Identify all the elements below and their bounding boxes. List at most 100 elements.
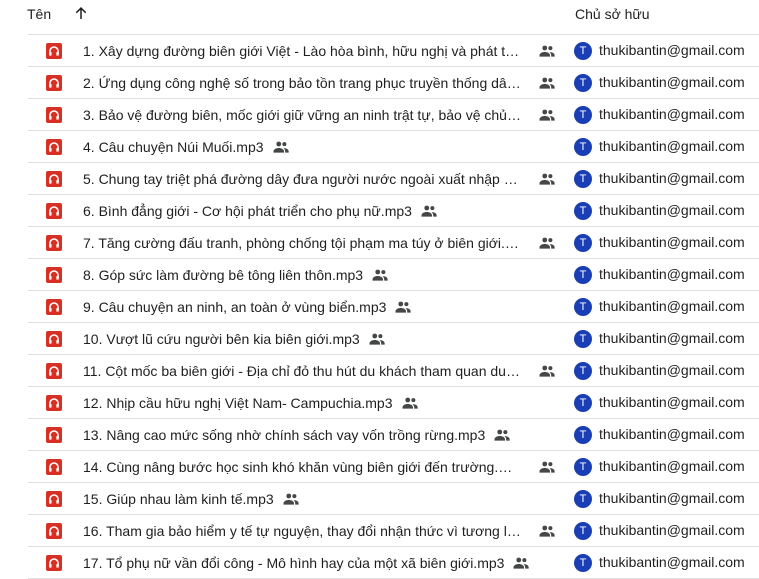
file-row[interactable]: 13. Nâng cao mức sống nhờ chính sách vay…: [28, 419, 759, 451]
owner-email: thukibantin@gmail.com: [599, 170, 745, 186]
owner-email: thukibantin@gmail.com: [599, 42, 745, 58]
file-name[interactable]: 16. Tham gia bảo hiểm y tế tự nguyện, th…: [83, 523, 523, 539]
owner-avatar: T: [574, 234, 592, 252]
owner-email: thukibantin@gmail.com: [599, 330, 745, 346]
owner-email: thukibantin@gmail.com: [599, 298, 745, 314]
file-name[interactable]: 13. Nâng cao mức sống nhờ chính sách vay…: [83, 427, 485, 443]
owner-email: thukibantin@gmail.com: [599, 426, 745, 442]
file-row[interactable]: 12. Nhịp cầu hữu nghị Việt Nam- Campuchi…: [28, 387, 759, 419]
file-name[interactable]: 9. Câu chuyện an ninh, an toàn ở vùng bi…: [83, 299, 386, 315]
file-name[interactable]: 4. Câu chuyện Núi Muối.mp3: [83, 139, 264, 155]
audio-file-icon: [46, 139, 62, 155]
file-row[interactable]: 5. Chung tay triệt phá đường dây đưa ngư…: [28, 163, 759, 195]
file-name-cell: 8. Góp sức làm đường bê tông liên thôn.m…: [83, 259, 543, 290]
shared-people-icon: [402, 397, 418, 409]
file-name-cell: 17. Tổ phụ nữ vần đổi công - Mô hình hay…: [83, 547, 543, 578]
file-name[interactable]: 5. Chung tay triệt phá đường dây đưa ngư…: [83, 171, 523, 187]
audio-file-icon: [46, 299, 62, 315]
owner-avatar: T: [574, 202, 592, 220]
shared-people-icon: [421, 205, 437, 217]
file-row[interactable]: 16. Tham gia bảo hiểm y tế tự nguyện, th…: [28, 515, 759, 547]
file-name[interactable]: 6. Bình đẳng giới - Cơ hội phát triển ch…: [83, 203, 412, 219]
owner-avatar: T: [574, 106, 592, 124]
owner-avatar: T: [574, 362, 592, 380]
owner-avatar: T: [574, 554, 592, 572]
list-header: Tên Chủ sở hữu: [0, 0, 759, 30]
audio-file-icon: [46, 203, 62, 219]
file-row[interactable]: 15. Giúp nhau làm kinh tế.mp3 Tthukibanti…: [28, 483, 759, 515]
audio-file-icon: [46, 555, 62, 571]
file-row[interactable]: 9. Câu chuyện an ninh, an toàn ở vùng bi…: [28, 291, 759, 323]
file-name-cell: 10. Vượt lũ cứu người bên kia biên giới.…: [83, 323, 543, 354]
owner-email: thukibantin@gmail.com: [599, 138, 745, 154]
file-name-cell: 2. Ứng dụng công nghệ số trong bảo tồn t…: [83, 67, 543, 98]
shared-people-icon: [372, 269, 388, 281]
file-name-cell: 14. Cùng nâng bước học sinh khó khăn vùn…: [83, 451, 543, 482]
file-row[interactable]: 1. Xây dựng đường biên giới Việt - Lào h…: [28, 34, 759, 67]
file-row[interactable]: 11. Cột mốc ba biên giới - Địa chỉ đỏ th…: [28, 355, 759, 387]
arrow-up-icon[interactable]: [72, 4, 90, 22]
file-name-cell: 6. Bình đẳng giới - Cơ hội phát triển ch…: [83, 195, 543, 226]
file-name-cell: 16. Tham gia bảo hiểm y tế tự nguyện, th…: [83, 515, 543, 546]
file-name[interactable]: 1. Xây dựng đường biên giới Việt - Lào h…: [83, 43, 523, 59]
audio-file-icon: [46, 395, 62, 411]
owner-email: thukibantin@gmail.com: [599, 234, 745, 250]
file-row[interactable]: 3. Bảo vệ đường biên, mốc giới giữ vững …: [28, 99, 759, 131]
owner-avatar: T: [574, 266, 592, 284]
file-name-cell: 5. Chung tay triệt phá đường dây đưa ngư…: [83, 163, 543, 194]
owner-email: thukibantin@gmail.com: [599, 106, 745, 122]
shared-people-icon: [369, 333, 385, 345]
file-name[interactable]: 8. Góp sức làm đường bê tông liên thôn.m…: [83, 267, 363, 283]
file-name[interactable]: 14. Cùng nâng bước học sinh khó khăn vùn…: [83, 459, 523, 475]
owner-column-header[interactable]: Chủ sở hữu: [575, 6, 650, 22]
owner-avatar: T: [574, 458, 592, 476]
file-name-cell: 11. Cột mốc ba biên giới - Địa chỉ đỏ th…: [83, 355, 543, 386]
audio-file-icon: [46, 459, 62, 475]
file-list: 1. Xây dựng đường biên giới Việt - Lào h…: [0, 34, 759, 579]
shared-people-icon: [273, 141, 289, 153]
file-name-cell: 7. Tăng cường đấu tranh, phòng chống tội…: [83, 227, 543, 258]
file-name[interactable]: 17. Tổ phụ nữ vần đổi công - Mô hình hay…: [83, 555, 504, 571]
audio-file-icon: [46, 523, 62, 539]
file-row[interactable]: 17. Tổ phụ nữ vần đổi công - Mô hình hay…: [28, 547, 759, 579]
owner-avatar: T: [574, 426, 592, 444]
audio-file-icon: [46, 75, 62, 91]
file-name-cell: 12. Nhịp cầu hữu nghị Việt Nam- Campuchi…: [83, 387, 543, 418]
file-row[interactable]: 6. Bình đẳng giới - Cơ hội phát triển ch…: [28, 195, 759, 227]
file-name[interactable]: 15. Giúp nhau làm kinh tế.mp3: [83, 491, 274, 507]
name-column-header[interactable]: Tên: [27, 6, 51, 22]
file-name[interactable]: 3. Bảo vệ đường biên, mốc giới giữ vững …: [83, 107, 523, 123]
file-name-cell: 1. Xây dựng đường biên giới Việt - Lào h…: [83, 35, 543, 66]
audio-file-icon: [46, 107, 62, 123]
owner-email: thukibantin@gmail.com: [599, 394, 745, 410]
audio-file-icon: [46, 267, 62, 283]
file-row[interactable]: 4. Câu chuyện Núi Muối.mp3 Tthukibantin@g…: [28, 131, 759, 163]
owner-avatar: T: [574, 394, 592, 412]
file-name-cell: 9. Câu chuyện an ninh, an toàn ở vùng bi…: [83, 291, 543, 322]
file-name-cell: 13. Nâng cao mức sống nhờ chính sách vay…: [83, 419, 543, 450]
file-row[interactable]: 10. Vượt lũ cứu người bên kia biên giới.…: [28, 323, 759, 355]
file-name[interactable]: 12. Nhịp cầu hữu nghị Việt Nam- Campuchi…: [83, 395, 393, 411]
audio-file-icon: [46, 235, 62, 251]
audio-file-icon: [46, 491, 62, 507]
file-name[interactable]: 11. Cột mốc ba biên giới - Địa chỉ đỏ th…: [83, 363, 523, 379]
owner-avatar: T: [574, 298, 592, 316]
file-name-cell: 3. Bảo vệ đường biên, mốc giới giữ vững …: [83, 99, 543, 130]
owner-email: thukibantin@gmail.com: [599, 74, 745, 90]
file-name[interactable]: 10. Vượt lũ cứu người bên kia biên giới.…: [83, 331, 360, 347]
shared-people-icon: [395, 301, 412, 313]
file-row[interactable]: 2. Ứng dụng công nghệ số trong bảo tồn t…: [28, 67, 759, 99]
shared-people-icon: [494, 429, 510, 441]
file-row[interactable]: 7. Tăng cường đấu tranh, phòng chống tội…: [28, 227, 759, 259]
file-row[interactable]: 14. Cùng nâng bước học sinh khó khăn vùn…: [28, 451, 759, 483]
file-name[interactable]: 7. Tăng cường đấu tranh, phòng chống tội…: [83, 235, 523, 251]
file-row[interactable]: 8. Góp sức làm đường bê tông liên thôn.m…: [28, 259, 759, 291]
audio-file-icon: [46, 363, 62, 379]
owner-email: thukibantin@gmail.com: [599, 522, 745, 538]
owner-email: thukibantin@gmail.com: [599, 266, 745, 282]
file-name-cell: 15. Giúp nhau làm kinh tế.mp3: [83, 483, 543, 514]
owner-avatar: T: [574, 74, 592, 92]
file-name[interactable]: 2. Ứng dụng công nghệ số trong bảo tồn t…: [83, 75, 523, 91]
owner-email: thukibantin@gmail.com: [599, 202, 745, 218]
shared-people-icon: [283, 493, 299, 505]
